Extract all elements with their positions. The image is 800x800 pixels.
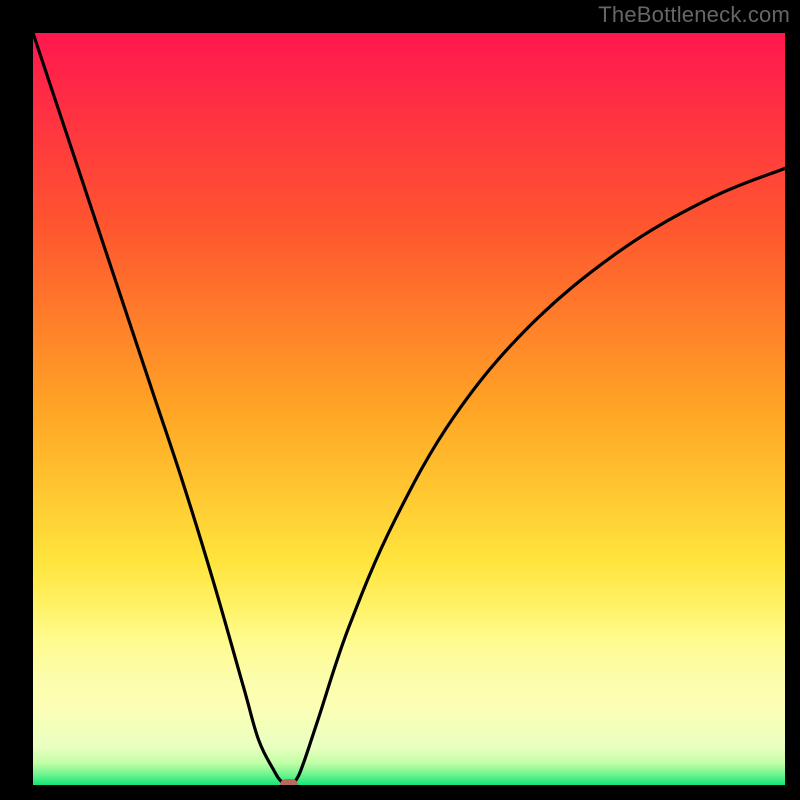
curve-path [33, 33, 785, 785]
optimum-marker [280, 779, 298, 785]
bottleneck-curve [33, 33, 785, 785]
watermark-text: TheBottleneck.com [598, 2, 790, 28]
plot-area [33, 33, 785, 785]
chart-frame: TheBottleneck.com [0, 0, 800, 800]
